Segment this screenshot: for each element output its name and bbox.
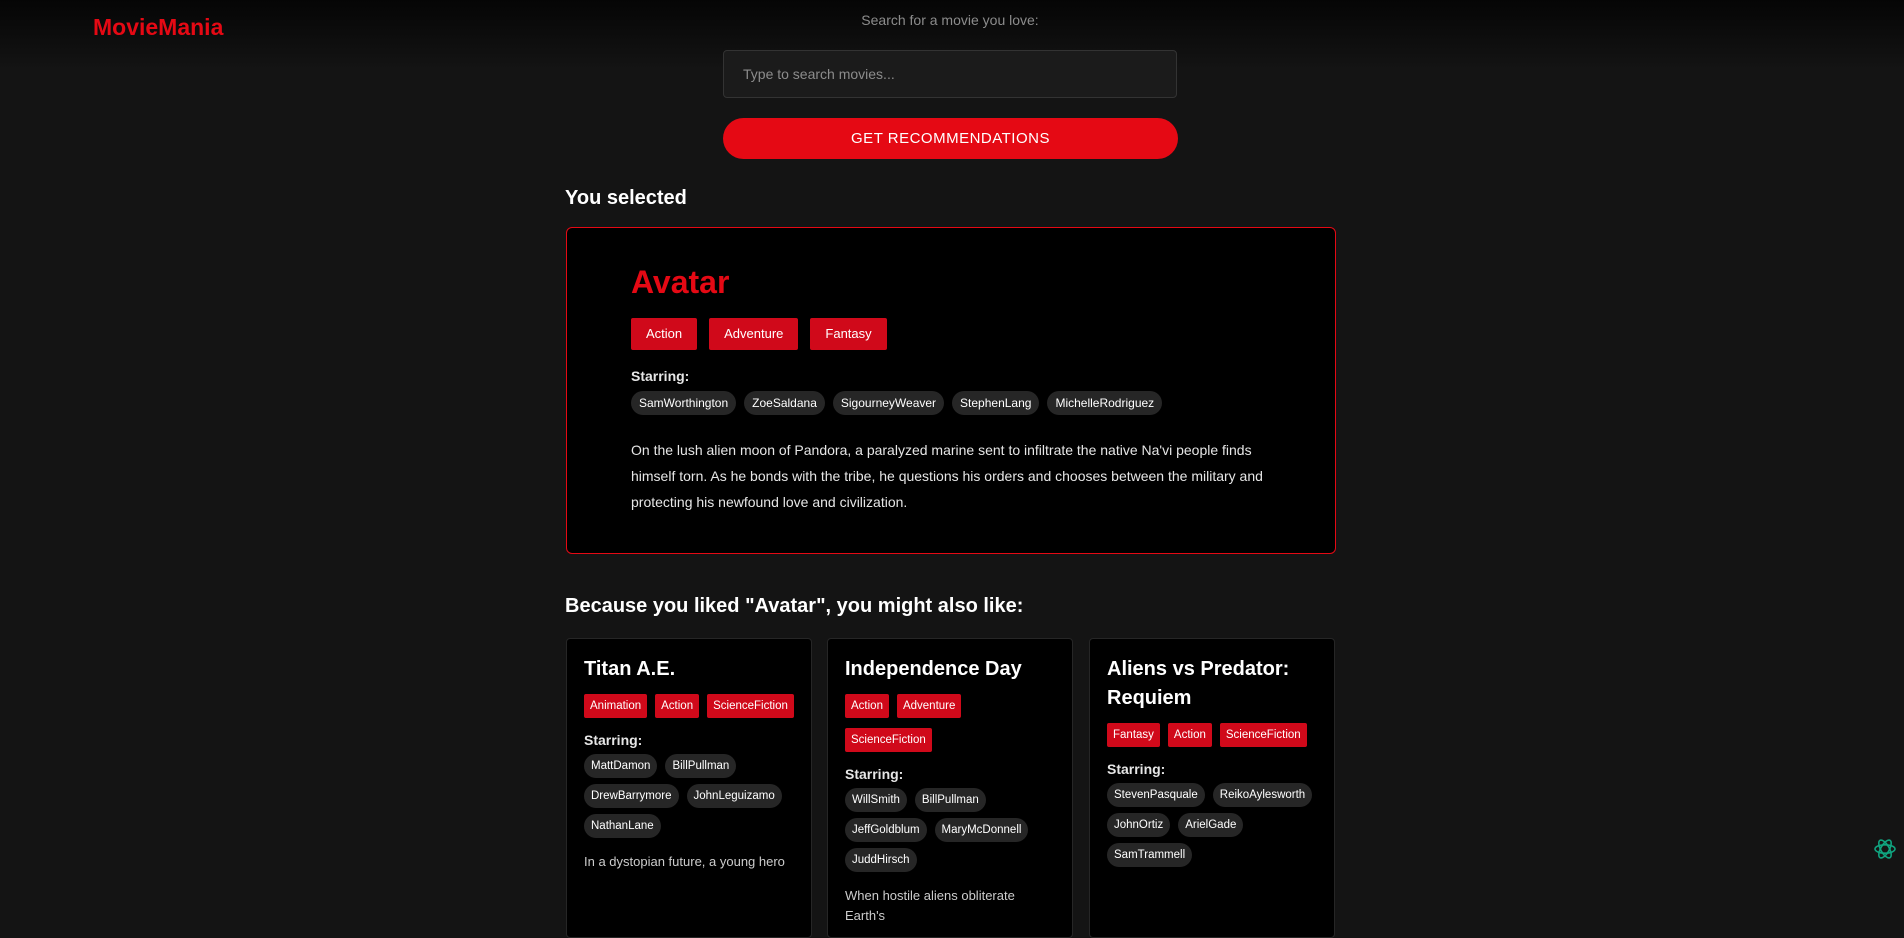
assistant-icon[interactable] bbox=[1873, 837, 1897, 861]
genre-tag: ScienceFiction bbox=[845, 728, 932, 752]
genre-tag: Fantasy bbox=[1107, 723, 1160, 747]
recommendation-cast: MattDamon BillPullman DrewBarrymore John… bbox=[584, 754, 794, 838]
genre-tag: ScienceFiction bbox=[1219, 723, 1307, 747]
cast-chip: StevenPasquale bbox=[1107, 783, 1205, 807]
recommendation-genres: Fantasy Action ScienceFiction bbox=[1107, 723, 1317, 747]
search-input[interactable] bbox=[723, 50, 1177, 98]
cast-chip: WillSmith bbox=[845, 788, 907, 812]
genre-tag: ScienceFiction bbox=[707, 694, 794, 718]
cast-chip: NathanLane bbox=[584, 814, 661, 838]
cast-chip: SamTrammell bbox=[1107, 843, 1193, 867]
recommendation-card[interactable]: Independence Day Action Adventure Scienc… bbox=[827, 638, 1073, 938]
cast-chip[interactable]: SigourneyWeaver bbox=[832, 390, 945, 415]
recommendation-genres: Action Adventure ScienceFiction bbox=[845, 694, 1055, 752]
cast-chip: JohnOrtiz bbox=[1107, 813, 1171, 837]
genre-tag: Animation bbox=[584, 694, 648, 718]
cast-chip[interactable]: MichelleRodriguez bbox=[1047, 390, 1163, 415]
search-label: Search for a movie you love: bbox=[861, 12, 1039, 28]
genre-tag[interactable]: Fantasy bbox=[810, 317, 887, 350]
recommendation-overview: In a dystopian future, a young hero bbox=[584, 854, 785, 869]
recommendations-heading: Because you liked "Avatar", you might al… bbox=[565, 595, 1024, 617]
cast-chip: ReikoAylesworth bbox=[1212, 783, 1313, 807]
genre-tag: Action bbox=[655, 694, 700, 718]
recommendation-cast: WillSmith BillPullman JeffGoldblum MaryM… bbox=[845, 788, 1055, 872]
cast-chip: BillPullman bbox=[914, 788, 986, 812]
selected-overview: On the lush alien moon of Pandora, a par… bbox=[631, 441, 1263, 510]
genre-tag: Action bbox=[1167, 723, 1212, 747]
cast-chip: BillPullman bbox=[665, 754, 737, 778]
starring-label: Starring: bbox=[1107, 761, 1166, 777]
genre-tag[interactable]: Adventure bbox=[709, 317, 799, 350]
recommendation-overview: When hostile aliens obliterate Earth's bbox=[845, 888, 1015, 923]
selected-cast: SamWorthington ZoeSaldana SigourneyWeave… bbox=[631, 390, 1271, 415]
selected-genres: Action Adventure Fantasy bbox=[631, 317, 1271, 350]
recommendation-cast: StevenPasquale ReikoAylesworth JohnOrtiz… bbox=[1107, 783, 1317, 867]
recommendation-card[interactable]: Titan A.E. Animation Action ScienceFicti… bbox=[566, 638, 812, 938]
cast-chip: JeffGoldblum bbox=[845, 818, 927, 842]
recommendation-genres: Animation Action ScienceFiction bbox=[584, 694, 794, 718]
cast-chip[interactable]: ZoeSaldana bbox=[744, 390, 825, 415]
genre-tag: Adventure bbox=[896, 694, 962, 718]
recommendation-title: Aliens vs Predator: Requiem bbox=[1107, 658, 1290, 709]
cast-chip[interactable]: SamWorthington bbox=[631, 390, 737, 415]
starring-label: Starring: bbox=[584, 732, 643, 748]
cast-chip: MaryMcDonnell bbox=[934, 818, 1029, 842]
cast-chip: DrewBarrymore bbox=[584, 784, 679, 808]
cast-chip: JuddHirsch bbox=[845, 848, 917, 872]
selected-movie-card: Avatar Action Adventure Fantasy Starring… bbox=[566, 227, 1336, 554]
cast-chip[interactable]: StephenLang bbox=[952, 390, 1040, 415]
cast-chip: MattDamon bbox=[584, 754, 658, 778]
cast-chip: ArielGade bbox=[1178, 813, 1244, 837]
get-recommendations-button[interactable]: GET RECOMMENDATIONS bbox=[723, 118, 1178, 159]
recommendation-card[interactable]: Aliens vs Predator: Requiem Fantasy Acti… bbox=[1089, 638, 1335, 938]
starring-label: Starring: bbox=[631, 367, 690, 384]
genre-tag[interactable]: Action bbox=[631, 317, 698, 350]
recommendation-title: Independence Day bbox=[845, 658, 1022, 680]
genre-tag: Action bbox=[845, 694, 889, 718]
selected-movie-title: Avatar bbox=[631, 264, 730, 300]
starring-label: Starring: bbox=[845, 766, 904, 782]
cast-chip: JohnLeguizamo bbox=[686, 784, 782, 808]
recommendation-title: Titan A.E. bbox=[584, 658, 676, 680]
selected-heading: You selected bbox=[565, 187, 687, 209]
